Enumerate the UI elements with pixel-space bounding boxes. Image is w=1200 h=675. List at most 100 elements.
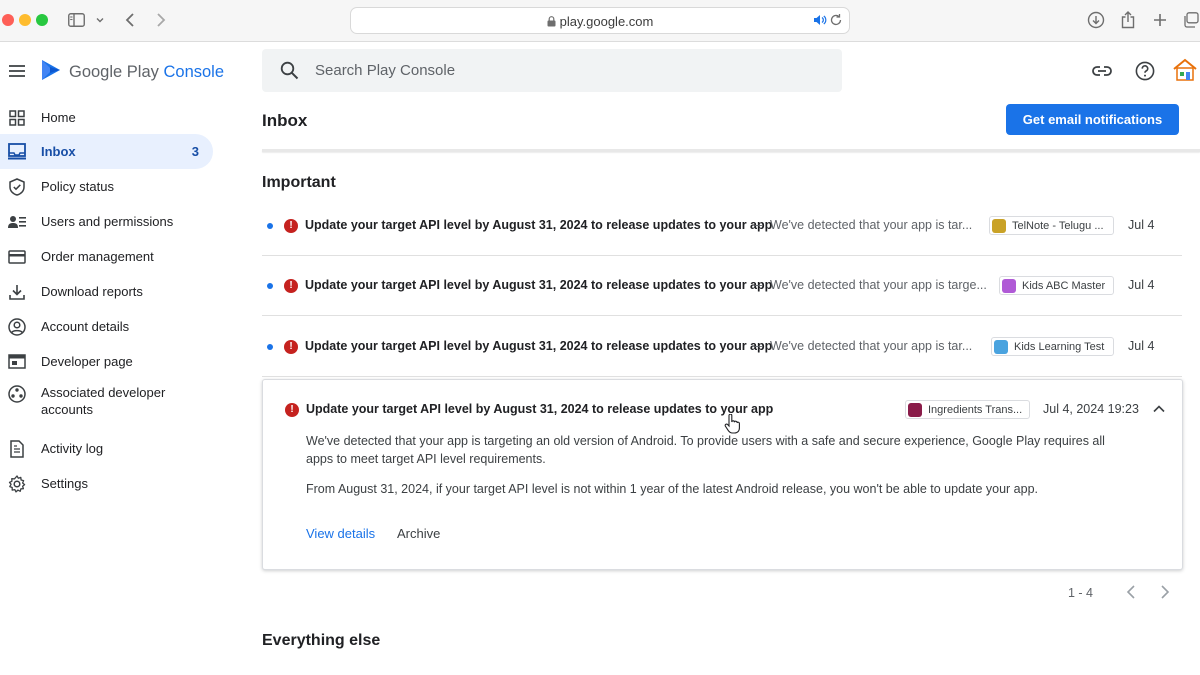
app-chip[interactable]: Kids Learning Test: [991, 337, 1114, 356]
back-icon[interactable]: [123, 10, 137, 30]
inbox-icon: [8, 143, 26, 161]
app-name: Kids Learning Test: [1014, 340, 1105, 353]
sidebar-item-inbox[interactable]: Inbox 3: [0, 134, 213, 169]
sidebar-item-order-management[interactable]: Order management: [0, 239, 213, 274]
search-bar[interactable]: [262, 49, 842, 92]
search-icon: [280, 61, 299, 80]
error-icon: !: [284, 340, 298, 354]
get-email-notifications-button[interactable]: Get email notifications: [1006, 104, 1179, 135]
message-separator: –: [755, 278, 762, 292]
unread-indicator: [267, 223, 273, 229]
search-input[interactable]: [315, 49, 815, 92]
sidebar-item-label: Developer page: [41, 354, 133, 369]
gear-icon: [8, 474, 26, 493]
sidebar-item-label: Users and permissions: [41, 214, 174, 229]
minimize-window-button[interactable]: [19, 14, 31, 26]
app-chip[interactable]: Ingredients Trans...: [905, 400, 1030, 419]
speaker-icon[interactable]: [813, 13, 827, 32]
app-icon: [994, 339, 1008, 354]
app-chip[interactable]: Kids ABC Master: [999, 276, 1114, 295]
grid-icon: [8, 109, 26, 127]
inbox-count-badge: 3: [191, 144, 199, 159]
message-title: Update your target API level by August 3…: [305, 218, 773, 232]
sidebar-item-home[interactable]: Home: [0, 100, 213, 135]
credit-card-icon: [8, 248, 26, 266]
sidebar-item-label: Settings: [41, 476, 88, 491]
message-date: Jul 4, 2024 19:23: [1043, 402, 1139, 416]
unread-indicator: [267, 344, 273, 350]
page-title: Inbox: [262, 111, 308, 130]
message-row[interactable]: ! Update your target API level by August…: [262, 196, 1182, 256]
close-window-button[interactable]: [2, 14, 14, 26]
chevron-down-icon[interactable]: [95, 10, 105, 30]
message-body: We've detected that your app is targetin…: [306, 434, 1105, 466]
sidebar-item-label: Order management: [41, 249, 154, 264]
account-avatar-icon[interactable]: [1171, 56, 1198, 83]
play-console-logo[interactable]: Google Play Console: [39, 58, 224, 87]
pointer-hand-icon: [724, 413, 740, 434]
message-row[interactable]: ! Update your target API level by August…: [262, 317, 1182, 377]
lock-icon: [547, 15, 556, 30]
document-icon: [8, 439, 26, 458]
app-icon: [908, 402, 922, 417]
pagination-range: 1 - 4: [1068, 586, 1094, 600]
message-title[interactable]: Update your target API level by August 3…: [306, 402, 773, 416]
shield-check-icon: [8, 177, 26, 196]
sidebar-item-label: Activity log: [41, 441, 104, 456]
logo-google-play: Google Play: [69, 63, 159, 81]
sidebar-item-users-and-permissions[interactable]: Users and permissions: [0, 204, 213, 239]
share-icon[interactable]: [1120, 10, 1136, 30]
section-title-important: Important: [262, 174, 336, 191]
sidebar-item-settings[interactable]: Settings: [0, 466, 213, 501]
sidebar-item-label: Associated developer accounts: [41, 385, 166, 417]
message-date: Jul 4: [1128, 339, 1155, 353]
sidebar-item-policy-status[interactable]: Policy status: [0, 169, 213, 204]
sidebar-item-developer-page[interactable]: Developer page: [0, 344, 213, 379]
reload-icon[interactable]: [829, 13, 843, 32]
next-page-icon[interactable]: [1158, 584, 1172, 600]
chevron-up-icon[interactable]: [1152, 402, 1166, 416]
archive-button[interactable]: Archive: [397, 526, 440, 541]
message-snippet: We've detected that your app is tar...: [770, 339, 973, 353]
message-snippet: We've detected that your app is targe...: [770, 278, 987, 292]
sidebar-item-download-reports[interactable]: Download reports: [0, 274, 213, 309]
message-snippet: We've detected that your app is tar...: [770, 218, 973, 232]
users-icon: [8, 213, 26, 231]
help-icon[interactable]: [1134, 60, 1156, 82]
message-date: Jul 4: [1128, 218, 1155, 232]
app-chip[interactable]: TelNote - Telugu ...: [989, 216, 1114, 235]
web-page-icon: [8, 353, 26, 371]
browser-toolbar: play.google.com: [0, 0, 1200, 42]
previous-page-icon[interactable]: [1124, 584, 1138, 600]
menu-icon[interactable]: [8, 62, 26, 80]
app-icon: [1002, 278, 1016, 293]
sidebar-item-account-details[interactable]: Account details: [0, 309, 213, 344]
view-details-button[interactable]: View details: [306, 526, 375, 541]
zoom-window-button[interactable]: [36, 14, 48, 26]
message-row[interactable]: ! Update your target API level by August…: [262, 256, 1182, 316]
message-title: Update your target API level by August 3…: [305, 339, 773, 353]
sidebar-item-label: Policy status: [41, 179, 114, 194]
address-bar[interactable]: play.google.com: [350, 7, 850, 34]
sidebar-item-label: Account details: [41, 319, 130, 334]
expanded-message-card: ! Update your target API level by August…: [262, 379, 1183, 570]
error-icon: !: [284, 279, 298, 293]
play-console-logo-icon: [39, 58, 63, 87]
sidebar-item-label: Inbox: [41, 144, 76, 159]
forward-icon[interactable]: [154, 10, 168, 30]
tab-overview-icon[interactable]: [1183, 10, 1200, 30]
unread-indicator: [267, 283, 273, 289]
app-name: Kids ABC Master: [1022, 279, 1106, 292]
link-icon[interactable]: [1091, 60, 1113, 82]
app-name: Ingredients Trans...: [928, 403, 1023, 416]
header-divider: [262, 149, 1200, 152]
downloads-icon[interactable]: [1086, 10, 1106, 30]
new-tab-icon[interactable]: [1152, 10, 1168, 30]
error-icon: !: [285, 403, 299, 417]
logo-console: Console: [163, 63, 225, 81]
connected-accounts-icon: [8, 385, 26, 403]
message-separator: –: [755, 339, 762, 353]
sidebar-item-associated-developer-accounts[interactable]: Associated developer accounts: [0, 380, 213, 424]
sidebar-toggle-icon[interactable]: [67, 10, 85, 30]
sidebar-item-activity-log[interactable]: Activity log: [0, 431, 213, 466]
